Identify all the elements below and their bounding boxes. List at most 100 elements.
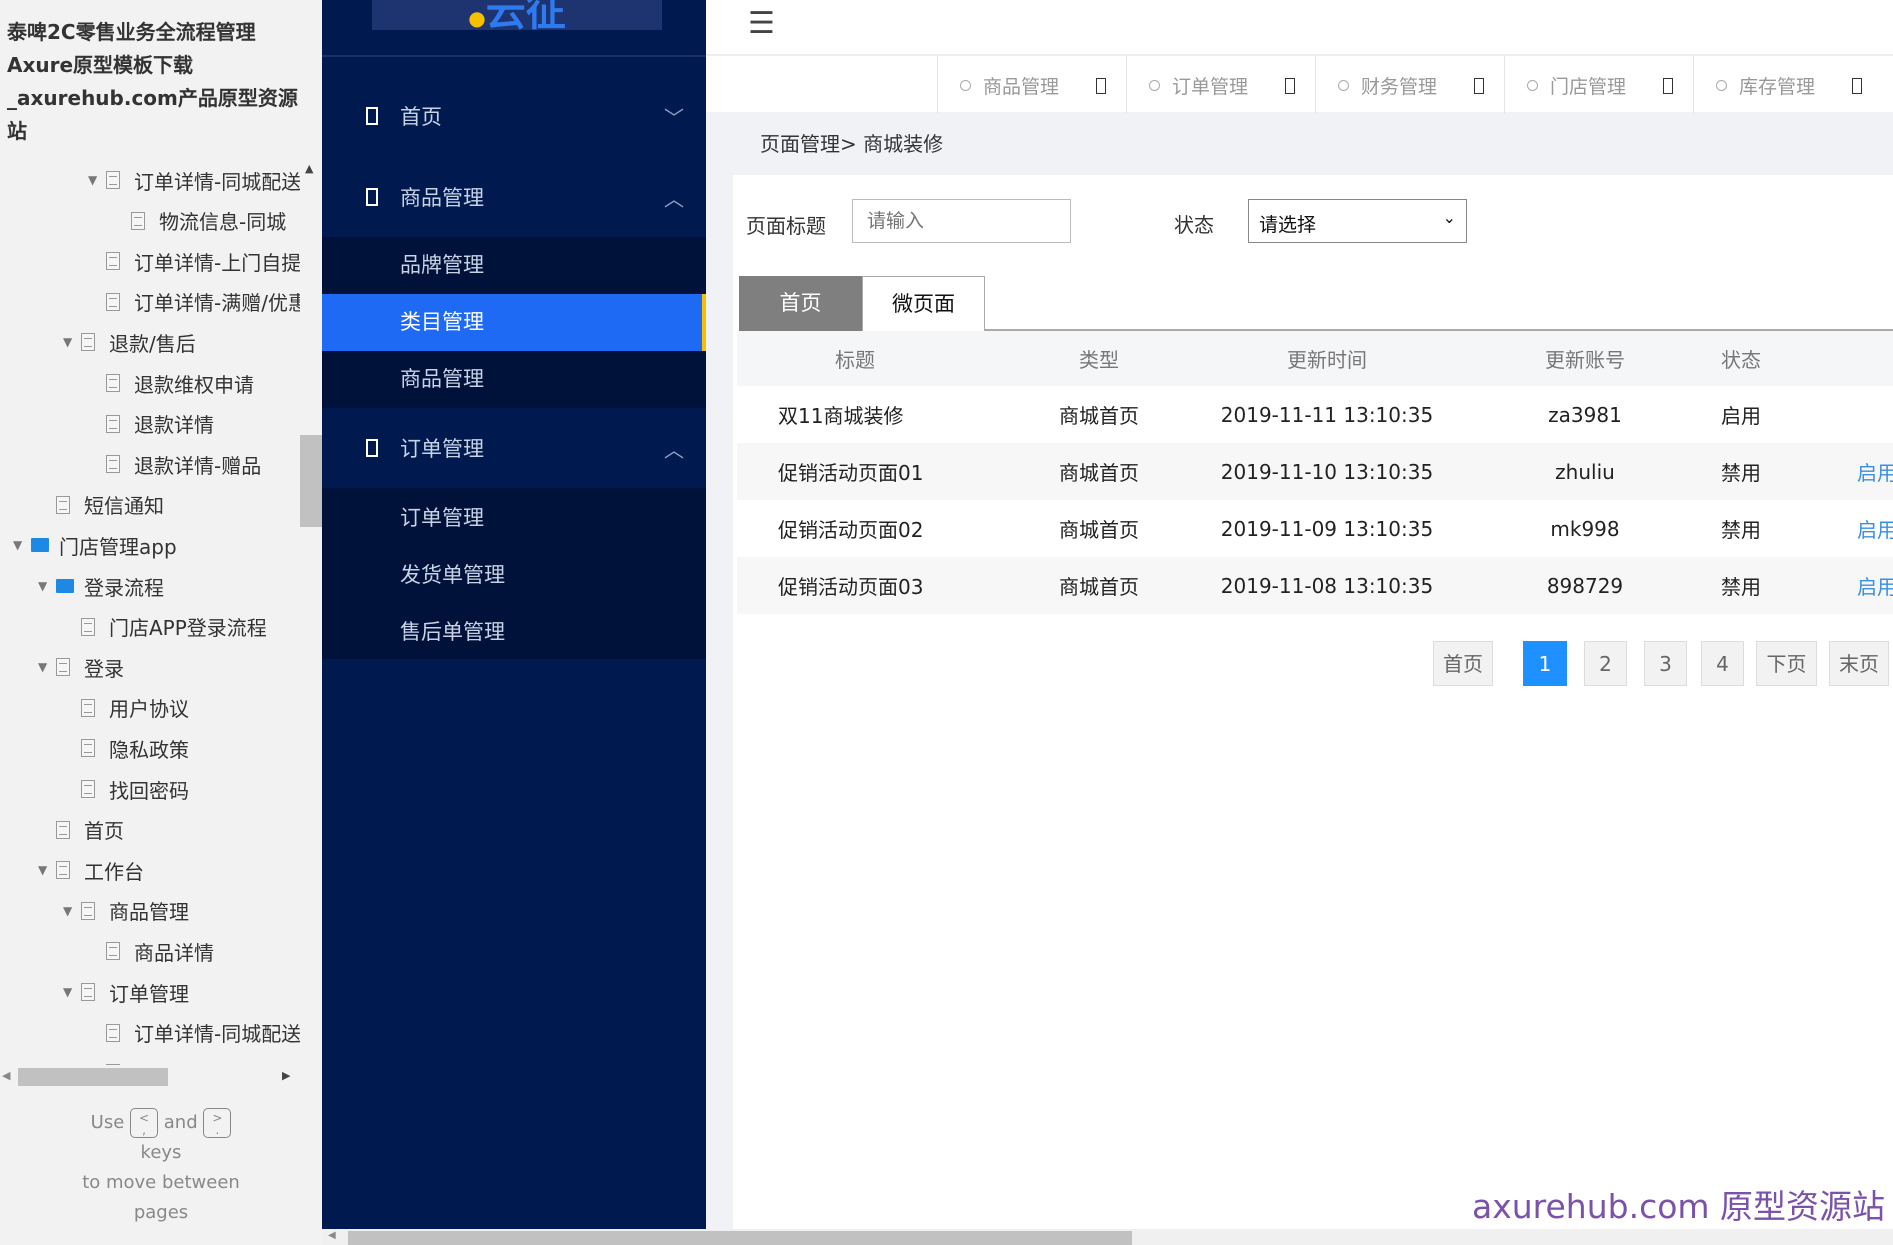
- nav-menu-home[interactable]: 首页 ﹀: [322, 76, 706, 156]
- page-icon: [81, 698, 95, 717]
- status-select[interactable]: 请选择 ⌄: [1248, 199, 1467, 243]
- nav-item-shipping[interactable]: 发货单管理: [322, 547, 706, 604]
- tree-item[interactable]: 订单详情-满赠/优惠: [0, 282, 300, 322]
- menu-icon: [366, 188, 378, 206]
- tree-item[interactable]: 门店APP登录流程: [0, 607, 300, 647]
- page-icon: [106, 292, 120, 311]
- page-3-button[interactable]: 3: [1644, 641, 1687, 686]
- tree-item[interactable]: ▼ 订单管理: [0, 972, 300, 1012]
- close-tab-icon[interactable]: [1663, 78, 1673, 94]
- nav-item-aftersale[interactable]: 售后单管理: [322, 604, 706, 661]
- tree-item-label: 物流信息-同城: [159, 210, 287, 235]
- tree-item[interactable]: 隐私政策: [0, 728, 300, 768]
- tree-item[interactable]: 物流信息-同城: [0, 201, 300, 241]
- tree-item[interactable]: ▼ 登录: [0, 647, 300, 687]
- tree-horizontal-scrollbar[interactable]: ◀ ▶: [0, 1066, 322, 1088]
- scrollbar-thumb[interactable]: [300, 435, 322, 527]
- tree-item-label: 找回密码: [109, 778, 189, 803]
- expand-triangle-icon[interactable]: ▼: [38, 579, 52, 593]
- nav-item-orders[interactable]: 订单管理: [322, 490, 706, 547]
- tab-dot-icon: [960, 79, 971, 91]
- expand-triangle-icon[interactable]: ▼: [88, 173, 102, 187]
- table-row: 促销活动页面03 商城首页 2019-11-08 13:10:35 898729 禁用启…: [737, 557, 1893, 614]
- close-tab-icon[interactable]: [1285, 78, 1295, 94]
- close-tab-icon[interactable]: [1096, 78, 1106, 94]
- enable-link[interactable]: 启用: [1857, 500, 1893, 557]
- page-icon: [106, 1023, 120, 1042]
- tab-1[interactable]: 订单管理: [1126, 56, 1315, 114]
- tab-2[interactable]: 财务管理: [1315, 56, 1504, 114]
- tree-item[interactable]: 退款详情-赠品: [0, 444, 300, 484]
- orders-submenu: 订单管理 发货单管理 售后单管理: [322, 488, 706, 659]
- tab-4[interactable]: 库存管理: [1693, 56, 1882, 114]
- scroll-up-icon[interactable]: ▲: [305, 162, 313, 175]
- expand-triangle-icon[interactable]: ▼: [63, 335, 77, 349]
- nav-menu-orders[interactable]: 订单管理 ︿: [322, 408, 706, 488]
- nav-item-category[interactable]: 类目管理: [322, 294, 706, 351]
- expand-triangle-icon[interactable]: ▼: [13, 538, 27, 552]
- divider: [322, 55, 706, 57]
- enable-link[interactable]: 启用: [1857, 557, 1893, 614]
- tree-item[interactable]: 用户协议: [0, 688, 300, 728]
- expand-triangle-icon[interactable]: ▼: [63, 904, 77, 918]
- tree-item[interactable]: 退款详情: [0, 404, 300, 444]
- page-icon: [56, 495, 70, 514]
- scroll-left-icon[interactable]: ◀: [328, 1230, 336, 1241]
- column-header: 更新时间: [1287, 348, 1367, 372]
- tab-home[interactable]: 首页: [739, 276, 862, 331]
- close-tab-icon[interactable]: [1474, 78, 1484, 94]
- next-page-button[interactable]: 下页: [1756, 641, 1817, 686]
- tree-item[interactable]: 订单详情-上门自提: [0, 1053, 300, 1065]
- tree-item[interactable]: 商品详情: [0, 931, 300, 971]
- tree-item[interactable]: ▼ 登录流程: [0, 566, 300, 606]
- tree-item-label: 用户协议: [109, 697, 189, 722]
- keyboard-hint: Use <, and >. keys to move between pages: [0, 1108, 322, 1228]
- tree-item[interactable]: 找回密码: [0, 769, 300, 809]
- expand-triangle-icon[interactable]: ▼: [63, 985, 77, 999]
- tab-3[interactable]: 门店管理: [1504, 56, 1693, 114]
- page-icon: [81, 901, 95, 920]
- enable-link[interactable]: [1857, 386, 1893, 443]
- page-4-button[interactable]: 4: [1701, 641, 1744, 686]
- tree-vertical-scrollbar[interactable]: ▲ ▼: [300, 160, 322, 1079]
- close-tab-icon[interactable]: [1852, 78, 1862, 94]
- expand-triangle-icon[interactable]: ▼: [38, 863, 52, 877]
- page-2-button[interactable]: 2: [1584, 641, 1627, 686]
- tree-item[interactable]: 短信通知: [0, 485, 300, 525]
- tree-item[interactable]: ▼ 商品管理: [0, 891, 300, 931]
- scroll-left-icon[interactable]: ◀: [2, 1069, 10, 1082]
- tab-0[interactable]: 商品管理: [937, 56, 1126, 114]
- page-icon: [106, 455, 120, 474]
- first-page-button[interactable]: 首页: [1433, 641, 1493, 686]
- tree-item[interactable]: ▼ 工作台: [0, 850, 300, 890]
- title-input[interactable]: [852, 199, 1071, 243]
- scrollbar-thumb[interactable]: [348, 1231, 1132, 1245]
- scrollbar-thumb[interactable]: [18, 1068, 168, 1086]
- page-icon: [56, 820, 70, 839]
- tree-item[interactable]: ▼ 门店管理app: [0, 525, 300, 565]
- column-header: 类型: [1079, 348, 1119, 372]
- tree-item[interactable]: ▼ 退款/售后: [0, 322, 300, 362]
- tree-item[interactable]: ▼ 订单详情-同城配送: [0, 160, 300, 200]
- tree-item[interactable]: 订单详情-同城配送: [0, 1013, 300, 1053]
- nav-menu-goods[interactable]: 商品管理 ︿: [322, 157, 706, 237]
- page-1-button[interactable]: 1: [1523, 641, 1567, 686]
- enable-link[interactable]: 启用: [1857, 443, 1893, 500]
- expand-triangle-icon[interactable]: ▼: [38, 660, 52, 674]
- tree-item[interactable]: 退款维权申请: [0, 363, 300, 403]
- select-value: 请选择: [1259, 214, 1317, 236]
- tab-dot-icon: [1149, 79, 1160, 91]
- nav-item-brand[interactable]: 品牌管理: [322, 237, 706, 294]
- nav-item-goods[interactable]: 商品管理: [322, 351, 706, 408]
- tab-dot-icon: [1716, 79, 1727, 91]
- column-header: 更新账号: [1545, 348, 1625, 372]
- hint-text: to move between: [82, 1172, 240, 1193]
- scroll-right-icon[interactable]: ▶: [282, 1069, 290, 1082]
- tree-item[interactable]: 订单详情-上门自提: [0, 241, 300, 281]
- page-horizontal-scrollbar[interactable]: ◀: [322, 1229, 1893, 1245]
- menu-toggle-icon[interactable]: ☰: [748, 6, 775, 41]
- content-panel: 页面标题 状态 请选择 ⌄ 首页 微页面 标题 类型 更新时间 更新账号 状态 双11商城…: [733, 175, 1893, 1229]
- last-page-button[interactable]: 末页: [1829, 641, 1889, 686]
- tab-micro-page[interactable]: 微页面: [862, 276, 985, 331]
- tree-item[interactable]: 首页: [0, 810, 300, 850]
